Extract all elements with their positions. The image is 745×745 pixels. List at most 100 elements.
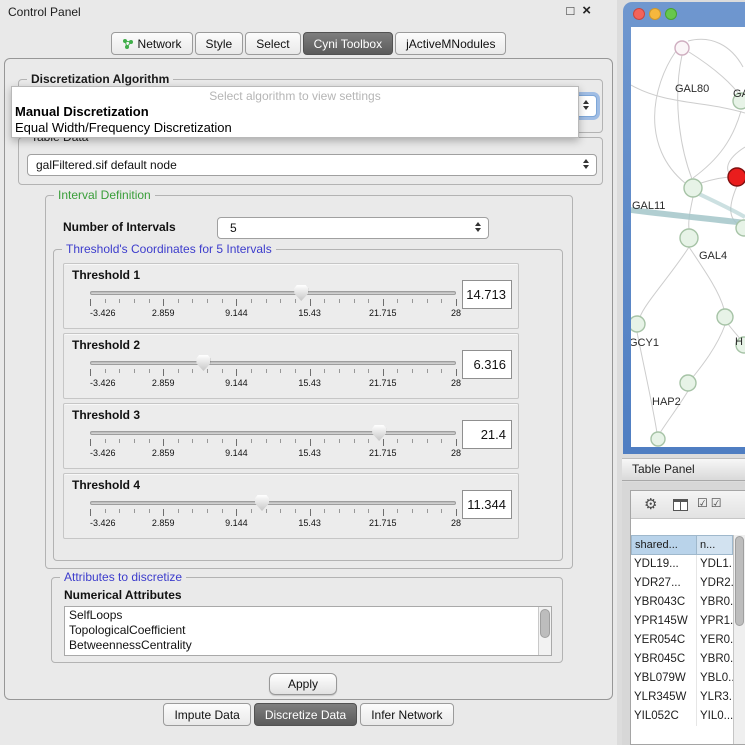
list-item[interactable]: SelfLoops (69, 608, 551, 623)
threshold-value[interactable]: 6.316 (462, 350, 512, 379)
table-row[interactable]: YLR345WYLR3... (631, 688, 733, 707)
tab-network[interactable]: Network (111, 32, 193, 55)
slider-tick (412, 369, 413, 373)
slider-track[interactable] (90, 291, 456, 295)
slider-tick (236, 369, 237, 376)
threshold-value[interactable]: 21.4 (462, 420, 512, 449)
threshold-slider[interactable]: -3.4262.8599.14415.4321.71528 (90, 285, 456, 327)
network-canvas[interactable]: GAL80GALGAL11GAL4GCY1HHAP2 (631, 27, 745, 447)
network-node[interactable] (736, 220, 745, 236)
table-row[interactable]: YER054CYER0... (631, 631, 733, 650)
checkbox-icon[interactable]: ☑ (697, 496, 709, 510)
threshold-value[interactable]: 14.713 (462, 280, 512, 309)
maximize-icon[interactable]: □ (566, 3, 574, 19)
combo-spinner[interactable] (475, 222, 481, 232)
group-title: Interval Definition (54, 188, 155, 202)
slider-tick (295, 439, 296, 443)
slider-tick (90, 439, 91, 446)
table-cell: YPR145W (631, 612, 697, 631)
bottom-tab-impute-data[interactable]: Impute Data (163, 703, 250, 726)
table-row[interactable]: YIL052CYIL0... (631, 707, 733, 726)
slider-tick (383, 369, 384, 376)
combo-spinner[interactable] (583, 100, 589, 110)
list-item[interactable]: BetweennessCentrality (69, 638, 551, 653)
apply-button[interactable]: Apply (269, 673, 337, 695)
dropdown-option-equal-width-frequency[interactable]: Equal Width/Frequency Discretization (12, 120, 578, 136)
zoom-button[interactable] (665, 8, 677, 20)
close-icon[interactable]: × (582, 3, 591, 19)
tab-cyni-toolbox[interactable]: Cyni Toolbox (303, 32, 393, 55)
threshold-value[interactable]: 11.344 (462, 490, 512, 519)
control-panel-titlebar: Control Panel □ × (0, 0, 617, 24)
slider-tick (397, 509, 398, 513)
threshold-label: Threshold 4 (72, 478, 140, 492)
slider-tick (412, 509, 413, 513)
bottom-tab-bar: Impute Data Discretize Data Infer Network (0, 703, 617, 726)
slider-tick (178, 509, 179, 513)
slider-tick (456, 509, 457, 516)
tab-jactivemnodules[interactable]: jActiveMNodules (395, 32, 506, 55)
threshold-slider[interactable]: -3.4262.8599.14415.4321.71528 (90, 425, 456, 467)
list-item[interactable]: TopologicalCoefficient (69, 623, 551, 638)
columns-icon[interactable] (673, 499, 688, 511)
threshold-panel: Threshold 4 -3.4262.8599.14415.4321.7152… (63, 473, 519, 539)
bottom-tab-discretize-data[interactable]: Discretize Data (254, 703, 357, 726)
tab-label: Discretize Data (265, 708, 346, 722)
slider-track[interactable] (90, 431, 456, 435)
scrollbar-thumb[interactable] (540, 609, 550, 638)
threshold-slider[interactable]: -3.4262.8599.14415.4321.71528 (90, 355, 456, 397)
table-row[interactable]: YPR145WYPR1... (631, 612, 733, 631)
network-node[interactable] (680, 229, 698, 247)
table-row[interactable]: YDR27...YDR2... (631, 574, 733, 593)
slider-track[interactable] (90, 361, 456, 365)
close-button[interactable] (633, 8, 645, 20)
tab-select[interactable]: Select (245, 32, 300, 55)
network-icon (122, 38, 134, 50)
network-node[interactable] (684, 179, 702, 197)
slider-tick (119, 299, 120, 303)
tab-label: Impute Data (174, 708, 239, 722)
slider-ticks (90, 369, 456, 376)
threshold-slider[interactable]: -3.4262.8599.14415.4321.71528 (90, 495, 456, 537)
number-of-intervals-combobox[interactable]: 5 (217, 217, 489, 239)
table-panel-header[interactable]: Table Panel (622, 458, 745, 481)
slider-tick-label: 28 (451, 378, 461, 388)
column-header-shared-name[interactable]: shared... (631, 535, 697, 555)
network-node[interactable] (717, 309, 733, 325)
list-scrollbar[interactable] (538, 607, 551, 655)
slider-tick (324, 509, 325, 513)
network-node[interactable] (680, 375, 696, 391)
slider-track[interactable] (90, 501, 456, 505)
select-columns-icons: ☑ ☑ (697, 496, 723, 510)
minimize-button[interactable] (649, 8, 661, 20)
slider-tick (339, 439, 340, 443)
numerical-attributes-listbox[interactable]: SelfLoopsTopologicalCoefficientBetweenne… (64, 606, 552, 656)
table-row[interactable]: YBR045CYBR0... (631, 650, 733, 669)
scrollbar-thumb[interactable] (735, 536, 744, 626)
network-node[interactable] (675, 41, 689, 55)
checkbox-icon[interactable]: ☑ (711, 496, 723, 510)
number-of-intervals-label: Number of Intervals (63, 220, 176, 234)
bottom-tab-infer-network[interactable]: Infer Network (360, 703, 453, 726)
slider-tick (310, 509, 311, 516)
table-data-combobox[interactable]: galFiltered.sif default node (27, 154, 597, 176)
network-node[interactable] (728, 168, 745, 186)
column-header-name[interactable]: n... (697, 535, 733, 555)
slider-tick (134, 299, 135, 303)
slider-tick-label: 9.144 (225, 378, 248, 388)
table-scrollbar[interactable] (733, 535, 745, 744)
slider-tick (295, 369, 296, 373)
table-row[interactable]: YBR043CYBR0... (631, 593, 733, 612)
combo-spinner[interactable] (583, 159, 589, 169)
table-row[interactable]: YBL079WYBL0... (631, 669, 733, 688)
slider-ticks (90, 299, 456, 306)
slider-tick (295, 299, 296, 303)
gear-icon[interactable]: ⚙ (644, 495, 657, 513)
network-node[interactable] (651, 432, 665, 446)
tab-style[interactable]: Style (195, 32, 244, 55)
table-row[interactable]: YDL19...YDL1... (631, 555, 733, 574)
numerical-attributes-label: Numerical Attributes (64, 588, 182, 602)
dropdown-option-manual-discretization[interactable]: Manual Discretization (12, 104, 578, 120)
slider-tick (383, 509, 384, 516)
network-node[interactable] (631, 316, 645, 332)
